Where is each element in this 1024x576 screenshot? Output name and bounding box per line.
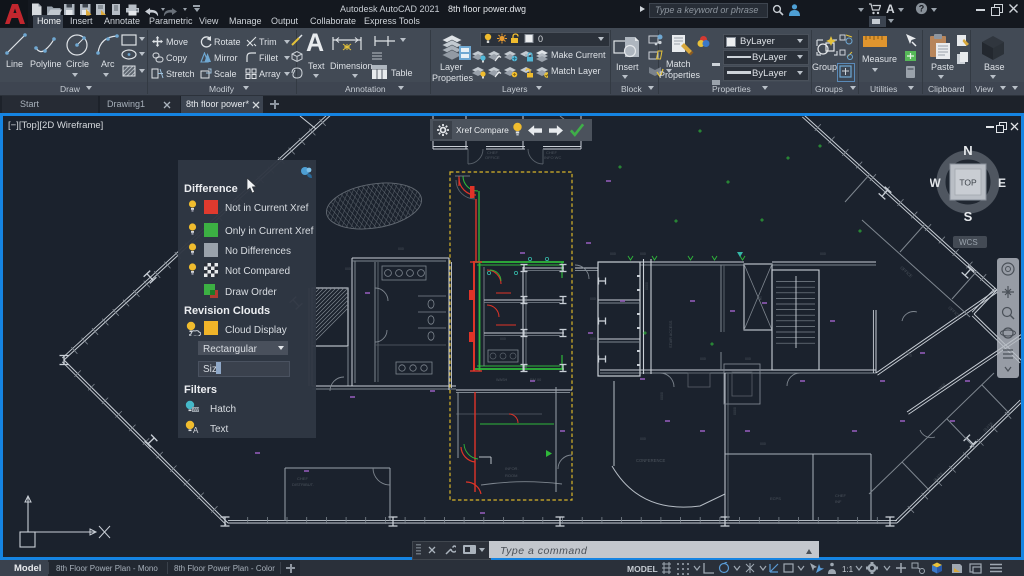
svg-text:SUITE: SUITE <box>932 471 944 483</box>
svg-text:000: 000 <box>700 357 706 361</box>
svg-text:0000: 0000 <box>733 407 737 415</box>
svg-text:WASH: WASH <box>496 378 508 382</box>
svg-text:STAIR ACCESS: STAIR ACCESS <box>669 320 673 348</box>
svg-text:000: 000 <box>610 252 616 256</box>
svg-text:E: E <box>998 176 1006 190</box>
svg-text:INF: INF <box>835 499 842 504</box>
svg-text:1:1: 1:1 <box>842 565 854 574</box>
svg-text:000: 000 <box>760 442 766 446</box>
svg-text:?: ? <box>919 4 925 14</box>
svg-text:000: 000 <box>640 252 646 256</box>
svg-text:CONFERENCE: CONFERENCE <box>636 458 666 463</box>
svg-text:INFO WC: INFO WC <box>544 155 561 160</box>
svg-text:000: 000 <box>745 357 751 361</box>
svg-text:000: 000 <box>590 297 596 301</box>
svg-text:CHEF: CHEF <box>835 493 846 498</box>
svg-text:000: 000 <box>500 337 506 341</box>
svg-text:000: 000 <box>345 267 351 271</box>
svg-text:000: 000 <box>590 337 596 341</box>
svg-text:0000: 0000 <box>660 392 664 400</box>
svg-text:000: 000 <box>640 437 646 441</box>
svg-text:OFFICE: OFFICE <box>899 265 913 279</box>
svg-text:N: N <box>963 143 972 158</box>
svg-text:A: A <box>193 426 199 434</box>
svg-text:N: N <box>758 296 762 302</box>
svg-text:0000: 0000 <box>645 282 649 290</box>
svg-text:ECPS: ECPS <box>770 496 781 501</box>
svg-text:DISTRIBUT.: DISTRIBUT. <box>292 482 314 487</box>
svg-text:000: 000 <box>820 252 826 256</box>
svg-text:000: 000 <box>398 247 404 251</box>
svg-text:TOP: TOP <box>959 178 977 188</box>
svg-text:OFFICE: OFFICE <box>485 155 500 160</box>
svg-text:W: W <box>930 176 941 190</box>
svg-text:CHEF: CHEF <box>297 476 308 481</box>
svg-text:INFOR.: INFOR. <box>505 466 519 471</box>
svg-text:S: S <box>964 209 973 224</box>
svg-text:ROOM: ROOM <box>505 473 517 478</box>
